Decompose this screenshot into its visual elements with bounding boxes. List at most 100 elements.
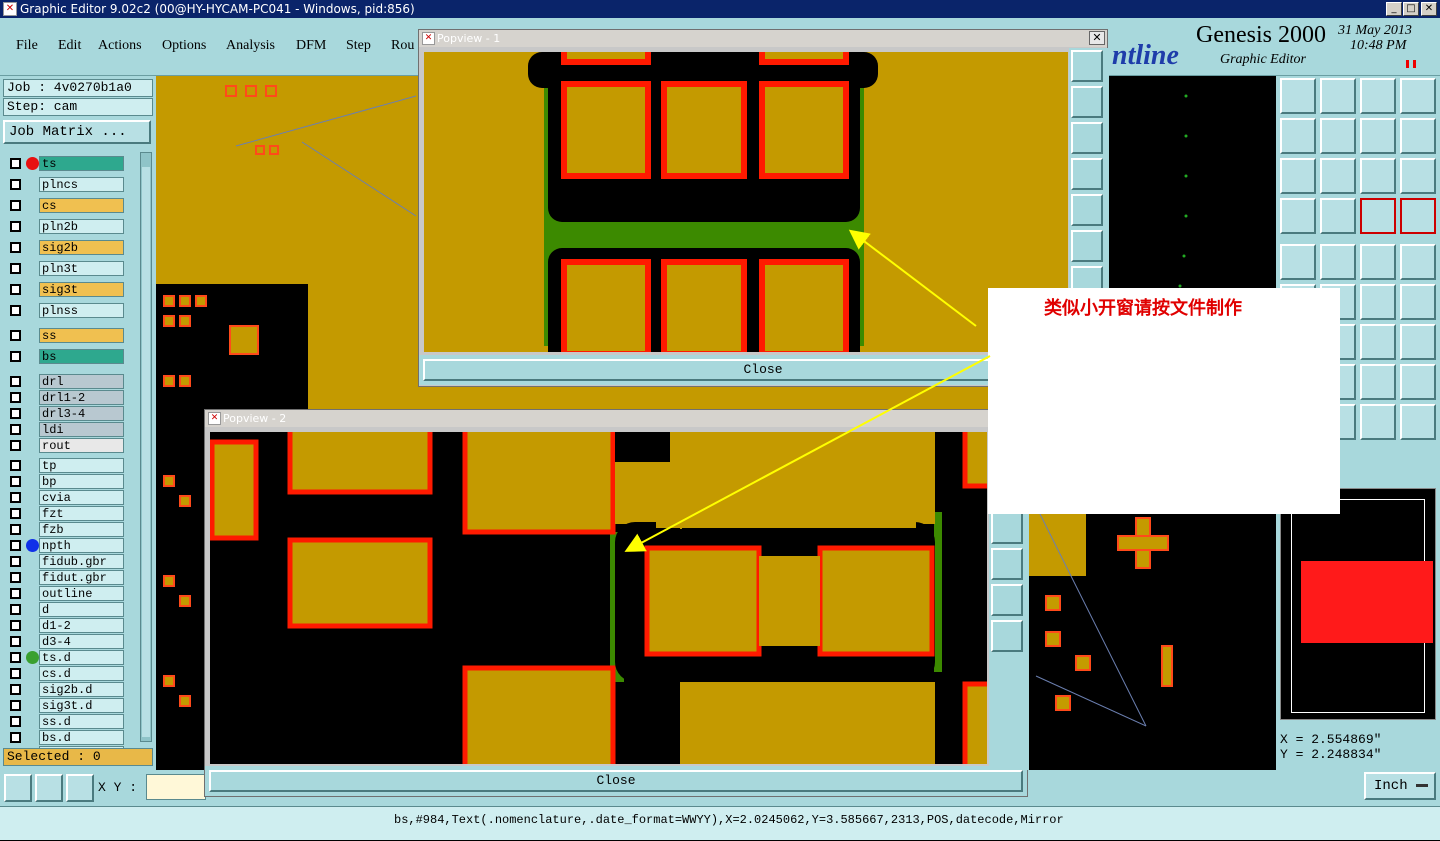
connect-icon[interactable] [1360,284,1396,320]
layer-checkbox[interactable] [10,200,21,211]
layer-checkbox[interactable] [10,440,21,451]
maximize-button[interactable]: □ [1403,2,1419,16]
layer-up-icon[interactable] [1360,198,1396,234]
layer-down-icon[interactable] [1400,198,1436,234]
layer-row-outline[interactable]: outline [6,586,124,601]
route-edit-icon[interactable] [1360,404,1396,440]
rotate-feature-icon[interactable] [1360,364,1396,400]
popview-2-close-button[interactable]: Close [209,770,1023,792]
layer-checkbox[interactable] [10,716,21,727]
menu-route[interactable]: Rou [391,38,414,54]
feature-icon[interactable] [1400,324,1436,360]
menu-edit[interactable]: Edit [58,38,81,54]
fit-icon[interactable] [1280,158,1316,194]
layer-row-tp[interactable]: tp [6,458,124,473]
measure-icon[interactable] [35,774,63,802]
layer-checkbox[interactable] [10,158,21,169]
layer-row-sig3t-d[interactable]: sig3t.d [6,698,124,713]
layer-checkbox[interactable] [10,620,21,631]
units-selector[interactable]: Inch [1364,772,1436,800]
zoom-out-icon[interactable] [991,620,1023,652]
pan-left-icon[interactable] [1280,118,1316,154]
overview-map[interactable] [1280,488,1436,720]
layer-row-cvia[interactable]: cvia [6,490,124,505]
layer-row-plncs[interactable]: plncs [6,177,124,192]
snap-icon[interactable] [1360,324,1396,360]
reset-view-icon[interactable] [1360,78,1396,114]
job-matrix-button[interactable]: Job Matrix ... [3,120,151,144]
layer-checkbox[interactable] [10,540,21,551]
pan-left-icon[interactable] [1071,158,1103,190]
pan-up-icon[interactable] [1071,86,1103,118]
layer-row-drl1-2[interactable]: drl1-2 [6,390,124,405]
zoom-in-icon[interactable] [1071,230,1103,262]
layer-row-ss[interactable]: ss [6,328,124,343]
menu-analysis[interactable]: Analysis [226,38,275,54]
layer-row-pln3t[interactable]: pln3t [6,261,124,276]
layer-checkbox[interactable] [10,221,21,232]
layer-checkbox[interactable] [10,636,21,647]
layer-row-plnss[interactable]: plnss [6,303,124,318]
menu-options[interactable]: Options [162,38,206,54]
layer-checkbox[interactable] [10,604,21,615]
zoom-window-icon[interactable] [1400,78,1436,114]
pan-right-icon[interactable] [991,548,1023,580]
grid-icon[interactable] [1320,198,1356,234]
popview-1-canvas[interactable] [424,52,1068,352]
menu-dfm[interactable]: DFM [296,38,326,54]
layer-row-ts-d[interactable]: ts.d [6,650,124,665]
layer-row-pln2b[interactable]: pln2b [6,219,124,234]
layer-row-drl[interactable]: drl [6,374,124,389]
menu-actions[interactable]: Actions [98,38,142,54]
layer-checkbox[interactable] [10,242,21,253]
layer-row-ts[interactable]: ts [6,156,124,171]
minimize-button[interactable]: _ [1386,2,1402,16]
layer-checkbox[interactable] [10,392,21,403]
layer-checkbox[interactable] [10,556,21,567]
menu-file[interactable]: File [16,38,38,54]
scale-1-2-icon[interactable] [1360,158,1396,194]
center-icon[interactable] [1320,158,1356,194]
pan-right-icon[interactable] [1071,194,1103,226]
pan-right-icon[interactable] [1320,118,1356,154]
layer-checkbox[interactable] [10,700,21,711]
redraw-icon[interactable] [1360,118,1396,154]
layer-checkbox[interactable] [10,179,21,190]
layer-checkbox[interactable] [10,305,21,316]
route-icon[interactable] [1400,284,1436,320]
layer-row-npth[interactable]: npth [6,538,124,553]
layer-checkbox[interactable] [10,284,21,295]
layer-row-drl3-4[interactable]: drl3-4 [6,406,124,421]
layer-checkbox[interactable] [10,424,21,435]
overview-viewport[interactable] [1301,561,1433,643]
layer-row-rout[interactable]: rout [6,438,124,453]
layer-row-fidub-gbr[interactable]: fidub.gbr [6,554,124,569]
layer-checkbox[interactable] [10,476,21,487]
pause-icon[interactable] [1406,60,1416,68]
tool-settings-icon[interactable] [1280,198,1316,234]
layer-row-sig2b-d[interactable]: sig2b.d [6,682,124,697]
layer-row-fidut-gbr[interactable]: fidut.gbr [6,570,124,585]
layer-row-sig3t[interactable]: sig3t [6,282,124,297]
layer-row-fzb[interactable]: fzb [6,522,124,537]
layer-checkbox[interactable] [10,330,21,341]
layer-row-cs-d[interactable]: cs.d [6,666,124,681]
layer-checkbox[interactable] [10,732,21,743]
ruler-icon[interactable] [1360,244,1396,280]
layer-row-d3-4[interactable]: d3-4 [6,634,124,649]
layer-checkbox[interactable] [10,684,21,695]
layer-row-bp[interactable]: bp [6,474,124,489]
pan-down-icon[interactable] [1071,122,1103,154]
layer-row-bs[interactable]: bs [6,349,124,364]
layer-checkbox[interactable] [10,508,21,519]
layer-checkbox[interactable] [10,652,21,663]
layer-row-cs[interactable]: cs [6,198,124,213]
layer-checkbox[interactable] [10,351,21,362]
layer-row-d1-2[interactable]: d1-2 [6,618,124,633]
popview-1-close-icon[interactable]: ✕ [1089,31,1105,45]
layer-row-sig2b[interactable]: sig2b [6,240,124,255]
layer-checkbox[interactable] [10,460,21,471]
layer-checkbox[interactable] [10,572,21,583]
snap-grid-icon[interactable] [66,774,94,802]
menu-step[interactable]: Step [346,38,371,54]
